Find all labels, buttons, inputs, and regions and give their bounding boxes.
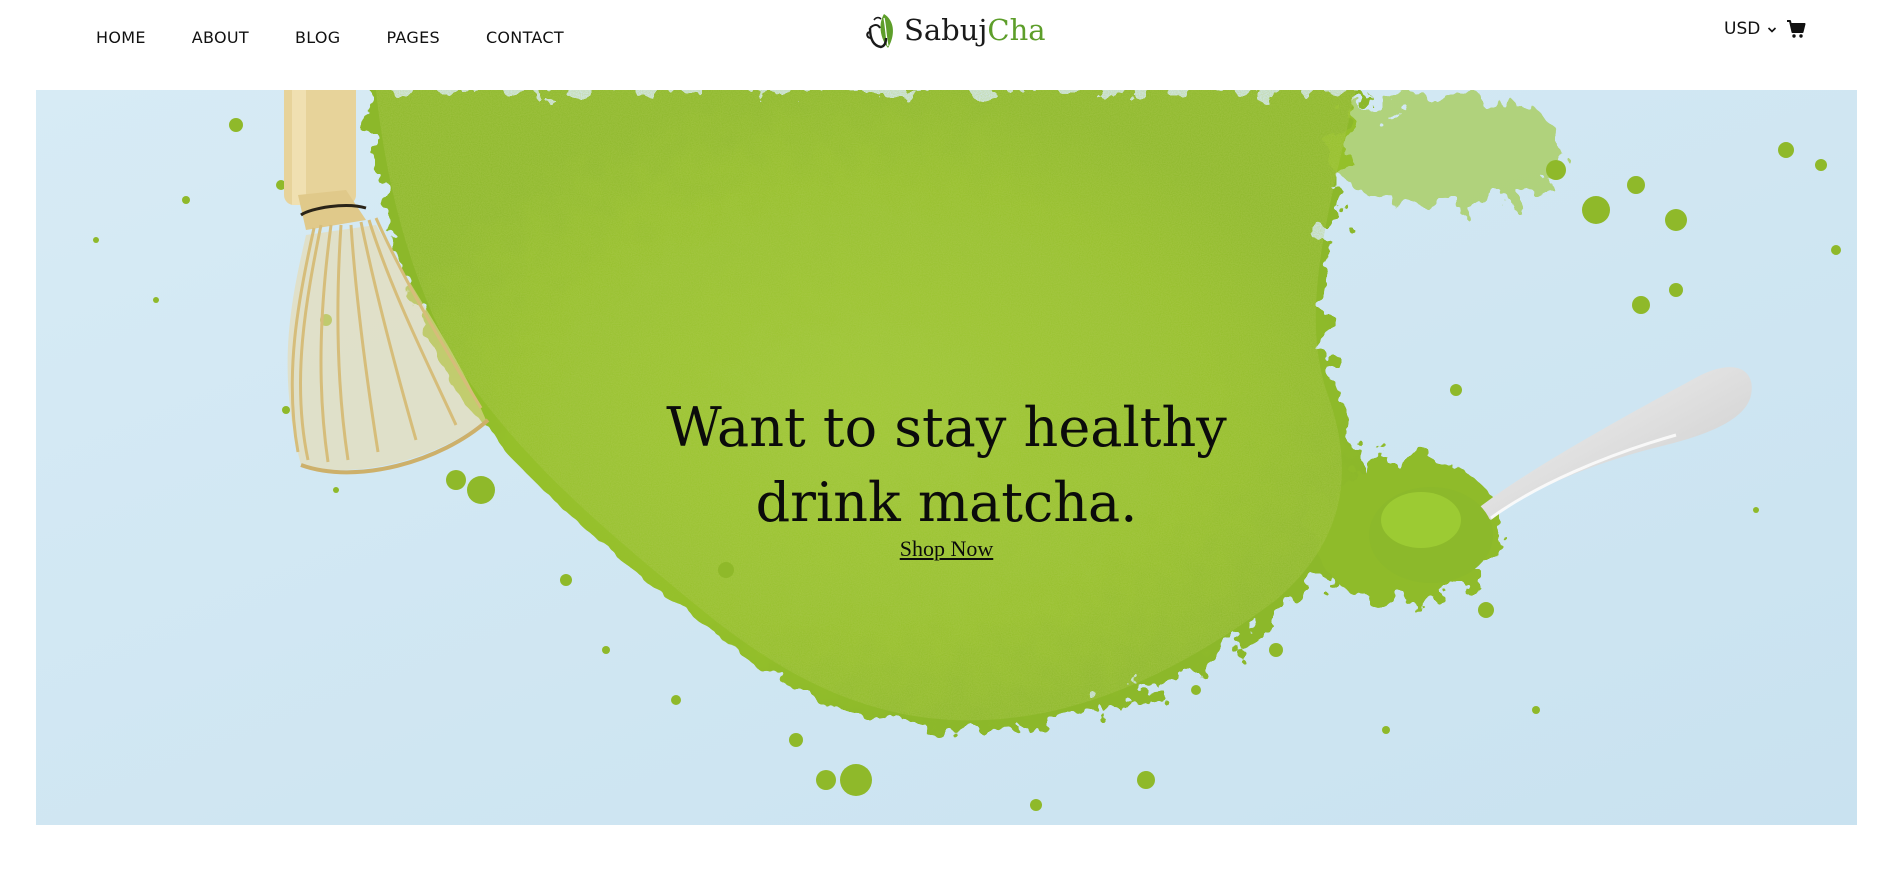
site-header: HOME ABOUT BLOG PAGES CONTACT SabujCha U… <box>0 0 1890 90</box>
brand-name-part2: Cha <box>987 13 1046 47</box>
tea-cup-leaf-icon <box>866 14 893 49</box>
hero-banner: Want to stay healthy drink matcha. Shop … <box>36 90 1857 825</box>
brand-name-part1: Sabuj <box>904 13 988 47</box>
currency-selector[interactable]: USD <box>1724 19 1777 39</box>
currency-label: USD <box>1724 19 1761 39</box>
nav-item-blog[interactable]: BLOG <box>295 28 341 47</box>
brand-name: SabujCha <box>904 8 1046 52</box>
hero-title-line1: Want to stay healthy <box>666 396 1227 459</box>
main-nav: HOME ABOUT BLOG PAGES CONTACT <box>96 28 610 47</box>
nav-item-pages[interactable]: PAGES <box>386 28 439 47</box>
hero-title: Want to stay healthy drink matcha. <box>567 390 1327 540</box>
nav-item-home[interactable]: HOME <box>96 28 146 47</box>
cart-icon[interactable] <box>1786 19 1806 44</box>
hero-title-line2: drink matcha. <box>755 471 1138 534</box>
shop-now-link[interactable]: Shop Now <box>900 536 994 562</box>
nav-item-contact[interactable]: CONTACT <box>486 28 564 47</box>
site-logo[interactable]: SabujCha <box>866 8 1046 52</box>
nav-item-about[interactable]: ABOUT <box>192 28 249 47</box>
hero-content: Want to stay healthy drink matcha. Shop … <box>36 390 1857 562</box>
chevron-down-icon <box>1767 19 1777 39</box>
